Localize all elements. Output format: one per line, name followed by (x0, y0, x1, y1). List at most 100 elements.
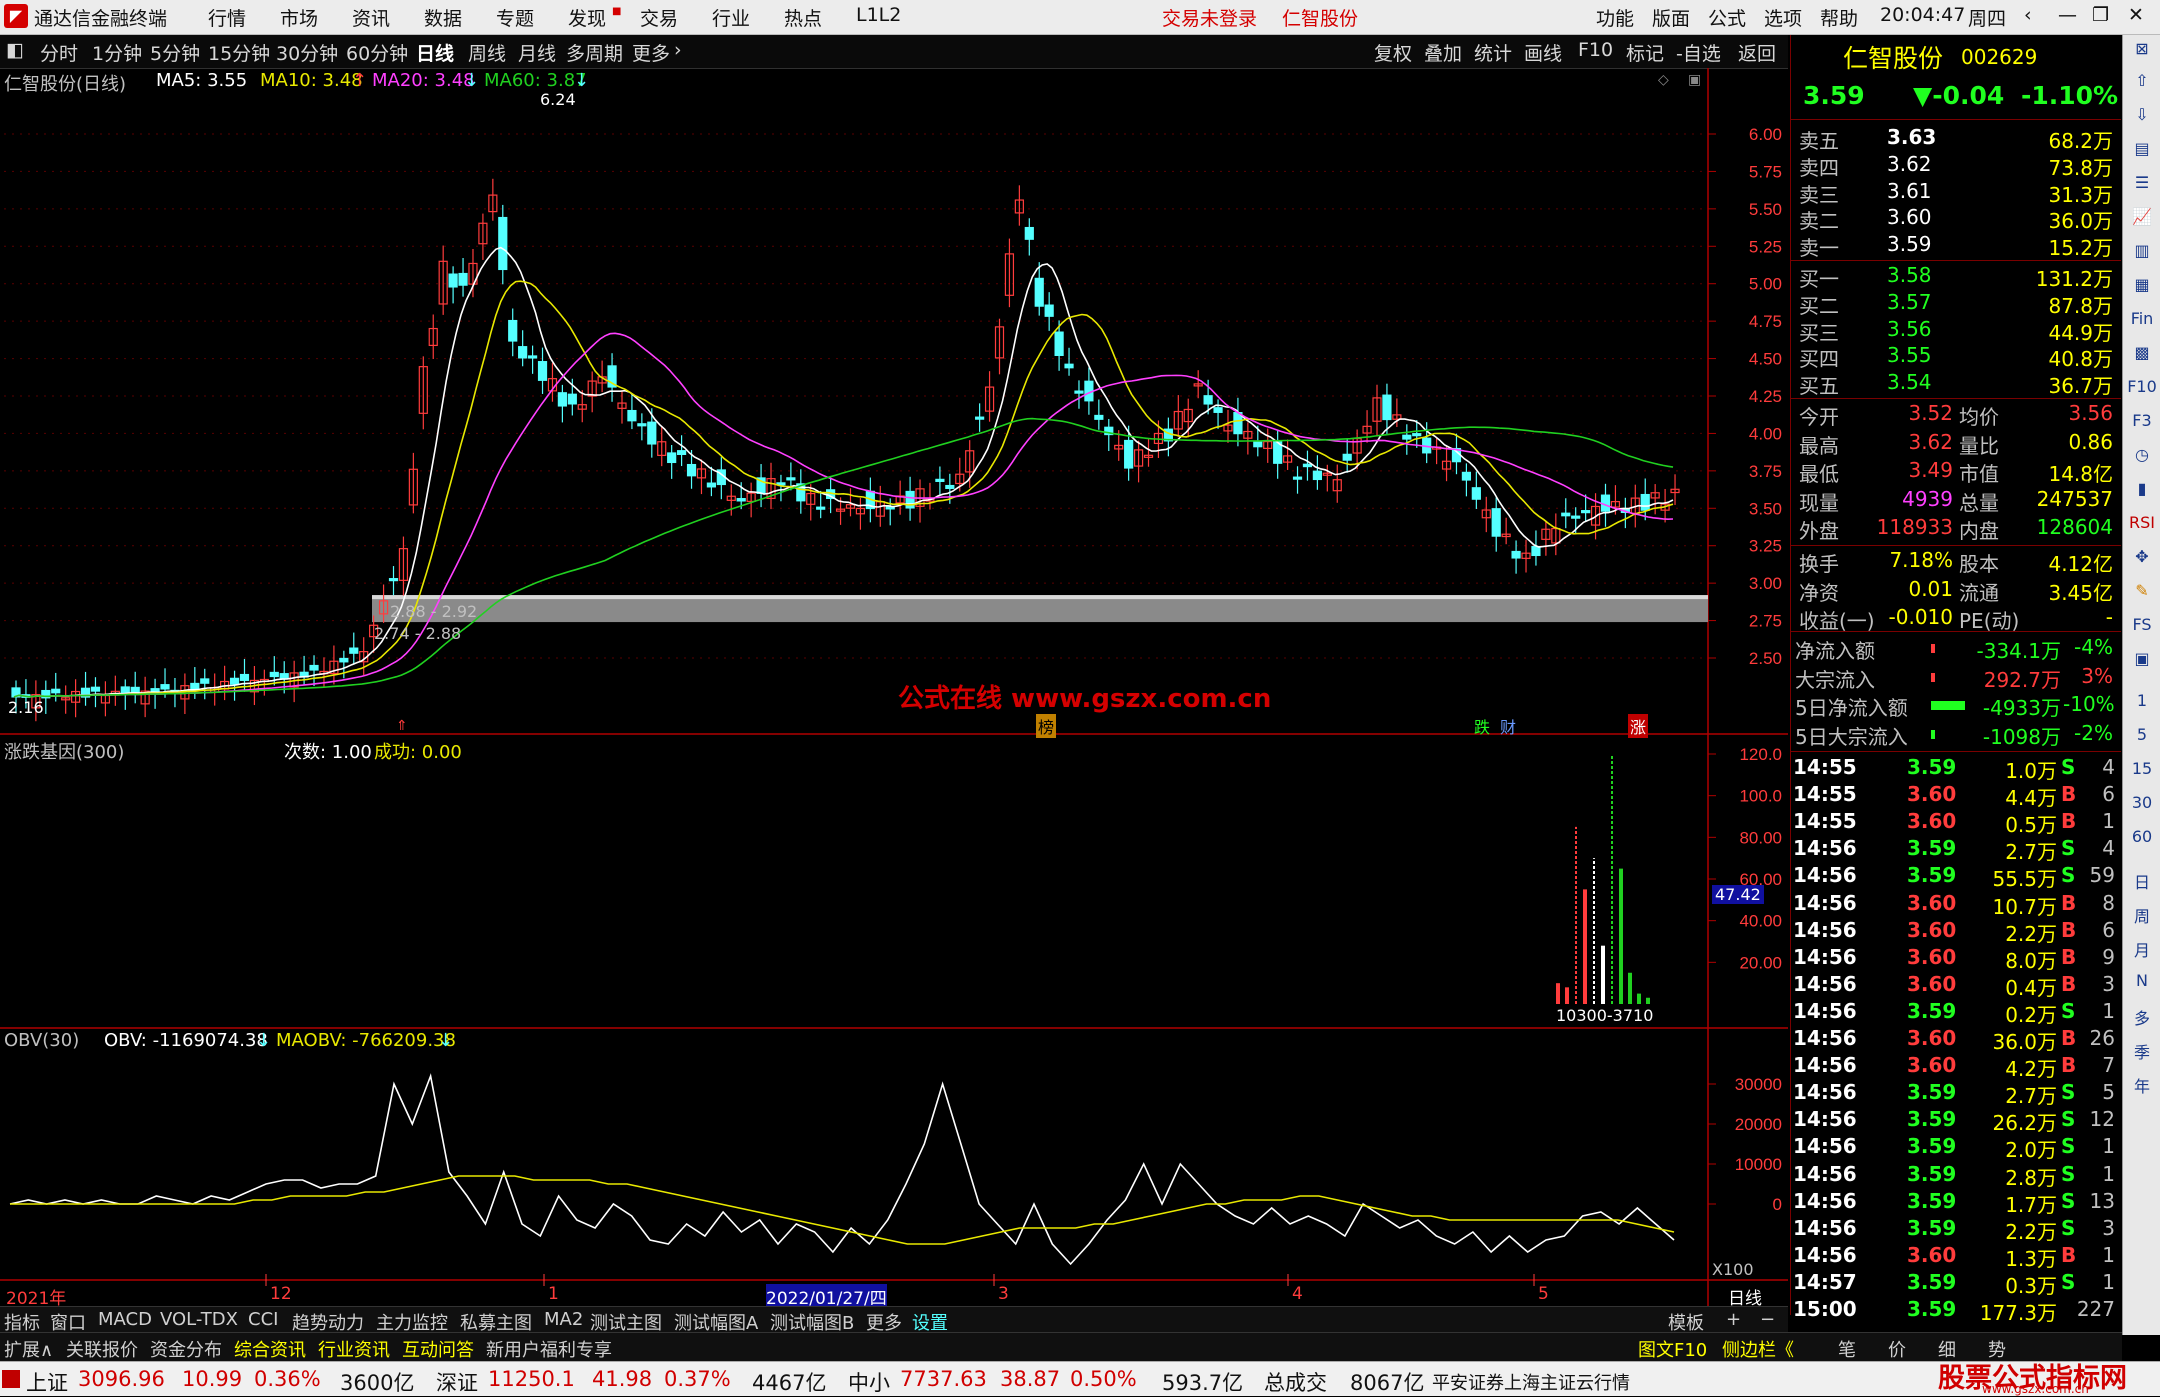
period-monthly[interactable]: 月线 (518, 39, 556, 66)
sidebar-chart-icon[interactable]: ▤ (2127, 139, 2157, 158)
period-1min[interactable]: 1分钟 (92, 39, 142, 66)
minimize-icon[interactable]: — (2058, 4, 2077, 26)
tab-macd[interactable]: MACD (98, 1309, 152, 1330)
sidebar-period-season[interactable]: 季 (2127, 1039, 2157, 1063)
period-60min[interactable]: 60分钟 (346, 39, 408, 66)
zoom-out-icon[interactable]: − (1760, 1309, 1775, 1330)
sidebar-move-icon[interactable]: ✥ (2127, 547, 2157, 566)
tab-vol-tdx[interactable]: VOL-TDX (160, 1309, 238, 1330)
sidebar-down-icon[interactable]: ⇩ (2127, 105, 2157, 124)
tab-ma2[interactable]: MA2 (544, 1309, 583, 1330)
sidebar-close-icon[interactable]: ⊠ (2127, 39, 2157, 58)
menu-hot[interactable]: 热点 (784, 4, 822, 31)
menu-topic[interactable]: 专题 (496, 4, 534, 31)
sidebar-clock-icon[interactable]: ◷ (2127, 445, 2157, 464)
sidebar-fs-icon[interactable]: FS (2127, 615, 2157, 634)
panel-toggle-icon[interactable]: ◧ (6, 39, 24, 61)
btn-mark[interactable]: 标记 (1626, 39, 1664, 66)
btn-stats[interactable]: 统计 (1474, 39, 1512, 66)
menu-help[interactable]: 帮助 (1820, 4, 1858, 31)
sidebar-period-1[interactable]: 1 (2127, 691, 2157, 710)
window-toggle-icon[interactable]: ▣ (1688, 72, 1701, 88)
menu-function[interactable]: 功能 (1596, 4, 1634, 31)
index-sh-name[interactable]: 上证 (26, 1367, 68, 1397)
diamond-icon[interactable]: ◇ (1658, 72, 1669, 88)
sidebar-period-year[interactable]: 年 (2127, 1073, 2157, 1097)
period-weekly[interactable]: 周线 (468, 39, 506, 66)
event-cai[interactable]: 财 (1500, 714, 1516, 738)
period-15min[interactable]: 15分钟 (208, 39, 270, 66)
btn-f10[interactable]: F10 (1578, 39, 1613, 61)
menu-news[interactable]: 资讯 (352, 4, 390, 31)
tab-fund-distribution[interactable]: 资金分布 (150, 1336, 222, 1362)
period-multi[interactable]: 多周期 (566, 39, 623, 66)
menu-discover[interactable]: 发现 (568, 4, 606, 31)
sidebar-f3-icon[interactable]: F3 (2127, 411, 2157, 430)
btn-fuquan[interactable]: 复权 (1374, 39, 1412, 66)
chart-canvas[interactable]: 6.00 5.75 5.50 5.25 5.00 4.75 4.50 4.25 4.00 3.75… (0, 68, 1788, 1315)
period-30min[interactable]: 30分钟 (276, 39, 338, 66)
menu-trade[interactable]: 交易 (640, 4, 678, 31)
index-sz-name[interactable]: 深证 (436, 1367, 478, 1397)
btn-f10-graphic[interactable]: 图文F10 (1638, 1336, 1707, 1362)
zoom-in-icon[interactable]: + (1726, 1309, 1741, 1330)
menu-formula[interactable]: 公式 (1708, 4, 1746, 31)
sidebar-period-multi[interactable]: 多 (2127, 1005, 2157, 1029)
menu-hq[interactable]: 行情 (208, 4, 246, 31)
sidebar-period-30[interactable]: 30 (2127, 793, 2157, 812)
btn-back[interactable]: 返回 (1738, 39, 1776, 66)
btn-jia[interactable]: 价 (1888, 1336, 1906, 1362)
sidebar-kline-icon[interactable]: ▥ (2127, 241, 2157, 260)
menu-l1l2[interactable]: L1L2 (856, 4, 901, 26)
period-daily[interactable]: 日线 (416, 39, 454, 66)
tab-new-user[interactable]: 新用户福利专享 (486, 1336, 612, 1362)
btn-overlay[interactable]: 叠加 (1424, 39, 1462, 66)
back-arrow-icon[interactable]: ‹ (2024, 4, 2032, 26)
tab-cci[interactable]: CCI (248, 1309, 278, 1330)
menu-market[interactable]: 市场 (280, 4, 318, 31)
btn-sidebar[interactable]: 侧边栏《 (1722, 1336, 1794, 1362)
period-more[interactable]: 更多 (632, 39, 670, 66)
sidebar-period-day[interactable]: 日 (2127, 869, 2157, 893)
sidebar-period-n[interactable]: N (2127, 971, 2157, 990)
period-5min[interactable]: 5分钟 (150, 39, 200, 66)
sidebar-rsi-icon[interactable]: RSI (2127, 513, 2157, 532)
sidebar-period-month[interactable]: 月 (2127, 937, 2157, 961)
sidebar-fin-icon[interactable]: Fin (2127, 309, 2157, 328)
tab-qa[interactable]: 互动问答 (402, 1336, 474, 1362)
sidebar-period-5[interactable]: 5 (2127, 725, 2157, 744)
restore-icon[interactable]: ❐ (2092, 4, 2109, 26)
sidebar-pen-icon[interactable]: ✎ (2127, 581, 2157, 600)
btn-remove-fav[interactable]: -自选 (1676, 39, 1721, 66)
sidebar-trend-icon[interactable]: 📈 (2127, 207, 2157, 226)
sidebar-vol-icon[interactable]: ▮ (2127, 479, 2157, 498)
btn-draw[interactable]: 画线 (1524, 39, 1562, 66)
sidebar-up-icon[interactable]: ⇧ (2127, 71, 2157, 90)
sidebar-period-week[interactable]: 周 (2127, 903, 2157, 927)
menu-layout[interactable]: 版面 (1652, 4, 1690, 31)
sidebar-list-icon[interactable]: ☰ (2127, 173, 2157, 192)
event-bang[interactable]: 榜 (1036, 714, 1057, 738)
tab-extend[interactable]: 扩展∧ (4, 1336, 53, 1362)
tab-general-news[interactable]: 综合资讯 (234, 1336, 306, 1362)
sidebar-box-icon[interactable]: ▣ (2127, 649, 2157, 668)
menu-options[interactable]: 选项 (1764, 4, 1802, 31)
menu-data[interactable]: 数据 (424, 4, 462, 31)
tab-related-quotes[interactable]: 关联报价 (66, 1336, 138, 1362)
event-zhang[interactable]: 涨 (1628, 714, 1649, 738)
sidebar-f10-icon[interactable]: F10 (2127, 377, 2157, 396)
close-icon[interactable]: ✕ (2128, 4, 2144, 26)
sidebar-grid-icon[interactable]: ▩ (2127, 343, 2157, 362)
period-fenshi[interactable]: 分时 (40, 39, 78, 66)
chart-area[interactable]: 6.00 5.75 5.50 5.25 5.00 4.75 4.50 4.25 4.00 3.75… (0, 68, 1788, 1315)
sidebar-table-icon[interactable]: ▦ (2127, 275, 2157, 294)
index-zx-name[interactable]: 中小 (848, 1367, 890, 1397)
login-status[interactable]: 交易未登录 (1162, 4, 1257, 31)
tick-row: 14:56 3.60 36.0万 B 26 (1791, 1026, 2121, 1054)
sidebar-period-15[interactable]: 15 (2127, 759, 2157, 778)
menu-industry[interactable]: 行业 (712, 4, 750, 31)
btn-bi[interactable]: 笔 (1838, 1336, 1856, 1362)
sidebar-period-60[interactable]: 60 (2127, 827, 2157, 846)
tab-industry-news[interactable]: 行业资讯 (318, 1336, 390, 1362)
event-die[interactable]: 跌 (1474, 714, 1490, 738)
